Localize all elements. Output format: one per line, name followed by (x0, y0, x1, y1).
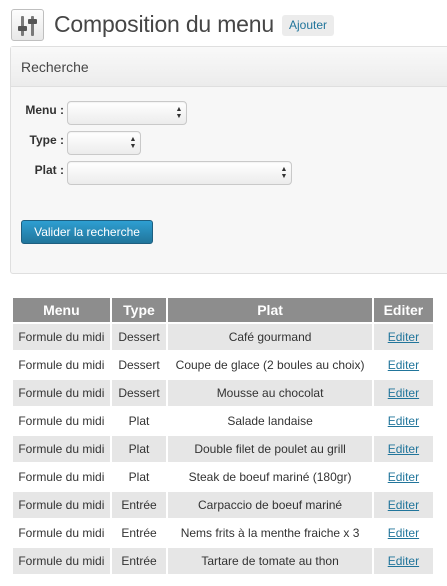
table-row: Formule du midi Dessert Coupe de glace (… (13, 352, 433, 378)
cell-menu: Formule du midi (13, 352, 110, 378)
edit-link[interactable]: Editer (388, 386, 419, 400)
plat-select[interactable]: ▲ ▼ (67, 161, 292, 185)
settings-sliders-icon (11, 9, 44, 41)
table-row: Formule du midi Dessert Café gourmand Ed… (13, 324, 433, 350)
cell-plat: Tartare de tomate au thon (168, 548, 372, 574)
cell-edit: Editer (373, 324, 433, 350)
cell-plat: Carpaccio de boeuf mariné (168, 492, 372, 518)
edit-link[interactable]: Editer (388, 470, 419, 484)
page-title: Composition du menu (54, 11, 274, 37)
cell-type: Plat (111, 464, 167, 490)
menu-label: Menu : (25, 103, 64, 117)
cell-edit: Editer (373, 520, 433, 546)
select-arrows-icon: ▲ ▼ (175, 106, 183, 120)
cell-menu: Formule du midi (13, 436, 110, 462)
cell-plat: Coupe de glace (2 boules au choix) (168, 352, 372, 378)
edit-link[interactable]: Editer (388, 358, 419, 372)
column-header-type[interactable]: Type (111, 298, 167, 322)
cell-type: Plat (111, 408, 167, 434)
cell-plat: Salade landaise (168, 408, 372, 434)
cell-edit: Editer (373, 548, 433, 574)
cell-menu: Formule du midi (13, 464, 110, 490)
edit-link[interactable]: Editer (388, 442, 419, 456)
column-header-plat[interactable]: Plat (168, 298, 372, 322)
cell-menu: Formule du midi (13, 380, 110, 406)
type-select[interactable]: ▲ ▼ (67, 131, 141, 155)
cell-type: Entrée (111, 548, 167, 574)
search-panel-title: Recherche (11, 47, 447, 87)
results-table: Menu Type Plat Editer Formule du midi De… (11, 296, 435, 576)
cell-edit: Editer (373, 464, 433, 490)
cell-plat: Nems frits à la menthe fraiche x 3 (168, 520, 372, 546)
edit-link[interactable]: Editer (388, 526, 419, 540)
table-row: Formule du midi Entrée Nems frits à la m… (13, 520, 433, 546)
table-row: Formule du midi Entrée Tartare de tomate… (13, 548, 433, 574)
edit-link[interactable]: Editer (388, 414, 419, 428)
table-header-row: Menu Type Plat Editer (13, 298, 433, 322)
table-row: Formule du midi Entrée Carpaccio de boeu… (13, 492, 433, 518)
menu-select[interactable]: ▲ ▼ (67, 101, 187, 125)
cell-type: Dessert (111, 380, 167, 406)
table-row: Formule du midi Plat Double filet de pou… (13, 436, 433, 462)
cell-menu: Formule du midi (13, 548, 110, 574)
type-label: Type : (29, 133, 64, 147)
table-row: Formule du midi Plat Salade landaise Edi… (13, 408, 433, 434)
page-header: Composition du menu Ajouter (11, 6, 441, 41)
search-panel: Recherche Menu : ▲ ▼ Type : ▲ ▼ Plat : ▲ ▼ … (10, 46, 447, 274)
table-row: Formule du midi Dessert Mousse au chocol… (13, 380, 433, 406)
column-header-menu[interactable]: Menu (13, 298, 110, 322)
cell-edit: Editer (373, 492, 433, 518)
edit-link[interactable]: Editer (388, 498, 419, 512)
column-header-editer: Editer (373, 298, 433, 322)
edit-link[interactable]: Editer (388, 554, 419, 568)
table-row: Formule du midi Plat Steak de boeuf mari… (13, 464, 433, 490)
cell-edit: Editer (373, 436, 433, 462)
cell-type: Dessert (111, 324, 167, 350)
edit-link[interactable]: Editer (388, 330, 419, 344)
cell-type: Entrée (111, 520, 167, 546)
cell-edit: Editer (373, 352, 433, 378)
cell-menu: Formule du midi (13, 492, 110, 518)
cell-type: Plat (111, 436, 167, 462)
cell-menu: Formule du midi (13, 408, 110, 434)
cell-menu: Formule du midi (13, 324, 110, 350)
cell-menu: Formule du midi (13, 520, 110, 546)
select-arrows-icon: ▲ ▼ (280, 166, 288, 180)
plat-label: Plat : (34, 163, 64, 177)
cell-plat: Double filet de poulet au grill (168, 436, 372, 462)
cell-plat: Mousse au chocolat (168, 380, 372, 406)
cell-edit: Editer (373, 408, 433, 434)
cell-plat: Café gourmand (168, 324, 372, 350)
cell-type: Entrée (111, 492, 167, 518)
add-button[interactable]: Ajouter (282, 15, 335, 36)
select-arrows-icon: ▲ ▼ (129, 136, 137, 150)
cell-type: Dessert (111, 352, 167, 378)
cell-edit: Editer (373, 380, 433, 406)
cell-plat: Steak de boeuf mariné (180gr) (168, 464, 372, 490)
submit-search-button[interactable]: Valider la recherche (21, 220, 153, 244)
